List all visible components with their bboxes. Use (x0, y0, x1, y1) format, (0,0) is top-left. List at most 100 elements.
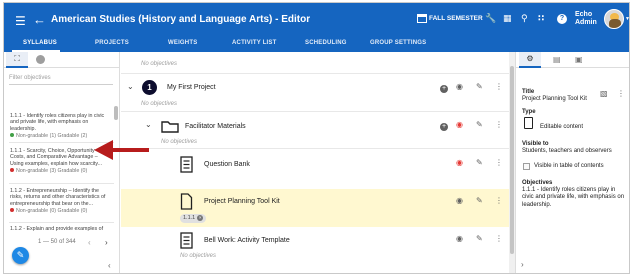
type-value: Editable content (540, 124, 584, 130)
properties-panel: ⚙ ▤ ▣ Title Project Planning Tool Kit ▧ … (515, 52, 629, 273)
user-name[interactable]: Echo Admin (575, 11, 597, 27)
chevron-down-icon[interactable]: ⌄ (145, 120, 152, 129)
menu-icon[interactable]: ☰ (15, 14, 26, 28)
user-first-line: Echo (575, 11, 593, 18)
more-vertical-icon[interactable]: ⋮ (495, 82, 503, 91)
visible-toc-checkbox[interactable] (523, 163, 530, 170)
app-window: ☰ ← American Studies (History and Langua… (3, 2, 630, 274)
more-vertical-icon[interactable]: ⋮ (617, 89, 625, 98)
objective-meta: Non-gradable (0) Gradable (0) (10, 207, 110, 214)
eye-icon[interactable]: ◉ (456, 196, 463, 205)
objective-item[interactable]: 1.1.2 - Explain and provide examples of (10, 226, 110, 232)
objectives-panel: ⛶ Filter objectives 1.1.1 - Identify rol… (4, 52, 120, 273)
objective-text: 1.1.1 - Identify roles citizens play in … (10, 113, 105, 132)
tree-row-project[interactable]: ⌄ 1 My First Project + ◉ ✎ ⋮ No objectiv… (121, 74, 513, 111)
syllabus-tree: No objectives ⌄ 1 My First Project + ◉ ✎… (121, 52, 513, 273)
tab-syllabus[interactable]: SYLLABUS (23, 40, 57, 46)
tab-bar: SYLLABUS PROJECTS WEIGHTS ACTIVITY LIST … (4, 36, 629, 52)
pencil-icon[interactable]: ✎ (476, 82, 483, 91)
filter-objectives-input[interactable]: Filter objectives (9, 73, 113, 85)
more-vertical-icon[interactable]: ⋮ (495, 158, 503, 167)
add-icon[interactable]: + (440, 123, 448, 131)
project-number-icon: 1 (142, 80, 157, 95)
scrollbar-thumb[interactable] (510, 66, 514, 254)
avatar[interactable] (604, 9, 624, 29)
apps-grid-icon[interactable]: ∷ (538, 13, 544, 24)
save-icon[interactable]: ▧ (600, 89, 608, 98)
status-dot (10, 167, 14, 172)
pencil-icon[interactable]: ✎ (476, 196, 483, 205)
type-heading: Type (522, 109, 536, 115)
layers-icon[interactable]: ▤ (553, 55, 561, 64)
add-icon[interactable]: + (440, 85, 448, 93)
wrench-icon[interactable]: 🔧 (485, 13, 496, 24)
chevron-down-icon[interactable]: ▼ (625, 16, 629, 22)
objective-chip[interactable]: 1.1.1 × (180, 214, 207, 223)
tree-row-label: My First Project (167, 84, 216, 91)
tab-scheduling[interactable]: SCHEDULING (305, 40, 347, 46)
divider (9, 183, 114, 184)
visible-to-heading: Visible to (522, 141, 549, 147)
tree-row-label: Project Planning Tool Kit (204, 198, 280, 205)
title-value: Project Planning Tool Kit (522, 96, 587, 102)
remove-chip-icon[interactable]: × (197, 215, 204, 221)
properties-tab-icon[interactable]: ⚙ (519, 52, 541, 68)
no-objectives-label: No objectives (141, 101, 178, 107)
help-icon[interactable]: ? (557, 14, 567, 24)
back-arrow-icon[interactable]: ← (33, 12, 46, 27)
gallery-icon[interactable]: ▣ (575, 55, 583, 64)
objective-item[interactable]: 1.1.2 - Entrepreneurship – Identify the … (10, 188, 110, 214)
tree-row-label: Bell Work: Activity Template (204, 237, 290, 244)
tree-row-partial: No objectives (121, 52, 513, 72)
calendar-icon[interactable] (417, 14, 427, 23)
pencil-icon[interactable]: ✎ (476, 120, 483, 129)
tree-row-folder[interactable]: ⌄ Facilitator Materials + ◉ ✎ ⋮ No objec… (121, 112, 513, 147)
user-second-line: Admin (575, 19, 597, 26)
eye-off-icon[interactable]: ◉ (456, 120, 463, 129)
chevron-down-icon[interactable]: ⌄ (127, 82, 134, 91)
collapse-right-panel-icon[interactable]: › (521, 260, 524, 269)
objective-counts: Non-gradable (0) Gradable (0) (16, 207, 88, 214)
objectives-scrollbar[interactable] (114, 106, 118, 120)
search-icon[interactable]: ⚲ (521, 13, 528, 24)
properties-panel-tabs: ⚙ ▤ ▣ (516, 52, 629, 68)
status-dot (10, 132, 14, 137)
settings-circle-icon[interactable] (36, 55, 45, 64)
tab-activity-list[interactable]: ACTIVITY LIST (232, 40, 277, 46)
semester-selector[interactable]: FALL SEMESTER (429, 15, 483, 22)
top-app-bar: ☰ ← American Studies (History and Langua… (4, 3, 629, 36)
tab-projects[interactable]: PROJECTS (95, 40, 129, 46)
objective-counts: Non-gradable (1) Gradable (2) (16, 132, 88, 139)
tree-row-label: Facilitator Materials (185, 123, 246, 130)
chevron-left-icon[interactable]: ‹ (88, 238, 91, 247)
objective-item[interactable]: 1.1.1 - Identify roles citizens play in … (10, 113, 110, 139)
edit-fab-button[interactable]: ✎ (12, 247, 29, 264)
objective-text: 1.1.2 - Entrepreneurship – Identify the … (10, 188, 106, 207)
tree-row-item[interactable]: Bell Work: Activity Template ◉ ✎ ⋮ No ob… (121, 230, 513, 266)
tree-row-label: Question Bank (204, 161, 250, 168)
tree-row-item-selected[interactable]: Project Planning Tool Kit 1.1.1 × ◉ ✎ ⋮ (121, 189, 513, 227)
more-vertical-icon[interactable]: ⋮ (495, 120, 503, 129)
more-vertical-icon[interactable]: ⋮ (495, 234, 503, 243)
objectives-tab-icon[interactable]: ⛶ (6, 52, 28, 68)
tab-weights[interactable]: WEIGHTS (168, 40, 197, 46)
eye-off-icon[interactable]: ◉ (456, 158, 463, 167)
objective-chip-label: 1.1.1 (183, 215, 196, 221)
objective-counts: Non-gradable (3) Gradable (0) (16, 167, 88, 174)
document-icon (180, 193, 193, 210)
objectives-heading: Objectives (522, 180, 553, 186)
pencil-icon[interactable]: ✎ (476, 234, 483, 243)
eye-icon[interactable]: ◉ (456, 234, 463, 243)
chevron-right-icon[interactable]: › (105, 238, 108, 247)
more-vertical-icon[interactable]: ⋮ (495, 196, 503, 205)
objectives-panel-tabs: ⛶ (4, 52, 120, 68)
document-icon[interactable]: ▦ (503, 13, 512, 24)
pencil-icon[interactable]: ✎ (476, 158, 483, 167)
eye-icon[interactable]: ◉ (456, 82, 463, 91)
tree-row-item[interactable]: Question Bank ◉ ✎ ⋮ (121, 149, 513, 185)
pagination-label: 1 — 50 of 344 (38, 239, 76, 245)
tab-group-settings[interactable]: GROUP SETTINGS (370, 40, 426, 46)
no-objectives-label: No objectives (180, 253, 217, 259)
collapse-left-panel-icon[interactable]: ‹ (108, 261, 111, 270)
no-objectives-label: No objectives (161, 139, 198, 145)
